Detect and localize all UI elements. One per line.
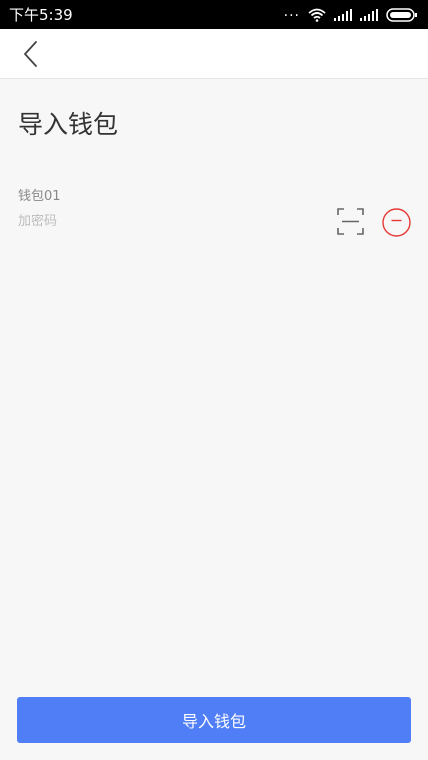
import-wallet-button[interactable]: 导入钱包: [17, 697, 411, 743]
signal-icon: [334, 8, 352, 21]
more-dots: ...: [283, 3, 300, 20]
password-field[interactable]: [18, 214, 318, 229]
wallet-name: 钱包01: [18, 189, 61, 204]
nav-bar: [0, 29, 428, 79]
status-bar: 下午5:39 ...: [0, 0, 428, 29]
status-time: 下午5:39: [9, 6, 73, 24]
wifi-icon: [308, 8, 326, 22]
signal-icon: [360, 8, 378, 21]
chevron-left-icon[interactable]: [18, 41, 44, 67]
battery-icon: [386, 7, 417, 22]
status-icons: ...: [283, 3, 418, 22]
page-title: 导入钱包: [18, 110, 119, 139]
scan-icon[interactable]: [337, 208, 364, 235]
minus-circle-icon[interactable]: [382, 208, 411, 237]
